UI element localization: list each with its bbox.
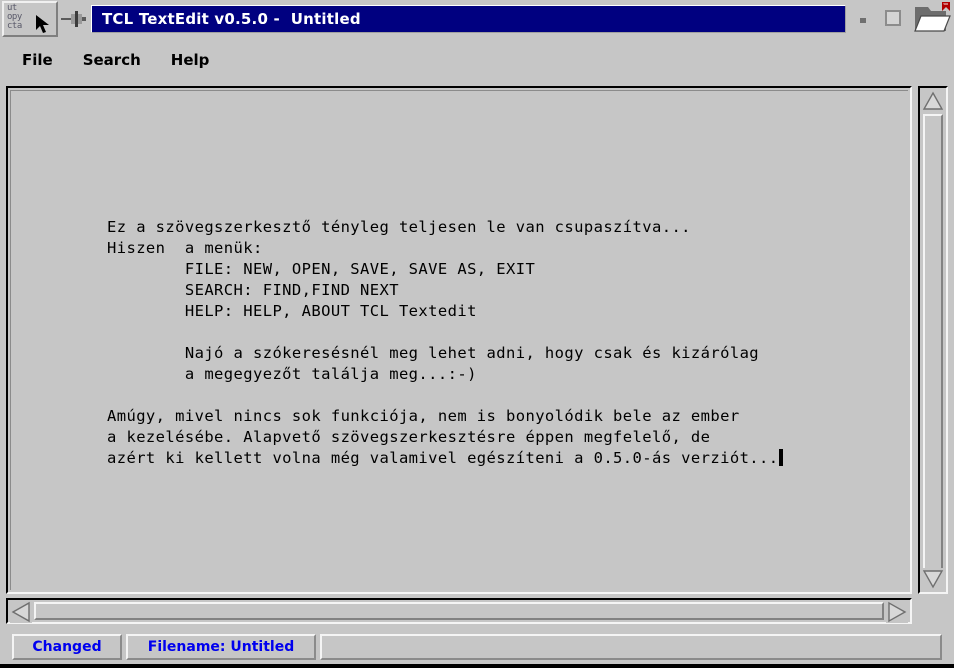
scroll-left-arrow-icon[interactable] — [10, 601, 32, 623]
window-menu-button[interactable]: ut opy cta — [2, 1, 58, 37]
application-window: ut opy cta TCL TextEdit v0.5.0 - Untitle… — [0, 0, 954, 668]
editor-line: Najó a szókeresésnél meg lehet adni, hog… — [107, 344, 760, 362]
text-caret — [778, 449, 783, 466]
text-editor-inner[interactable]: Ez a szövegszerkesztő tényleg teljesen l… — [10, 90, 908, 590]
status-filename: Filename: Untitled — [126, 634, 316, 660]
status-badge-changed: Changed — [12, 634, 122, 660]
editor-line: SEARCH: FIND,FIND NEXT — [107, 281, 399, 299]
vertical-scrollbar[interactable] — [918, 86, 948, 594]
menu-item-search[interactable]: Search — [75, 48, 149, 72]
editor-line: a megegyezőt találja meg...:-) — [107, 365, 477, 383]
status-bar: Changed Filename: Untitled — [0, 630, 954, 664]
pin-icon[interactable] — [61, 8, 87, 30]
horizontal-scrollbar-thumb[interactable] — [34, 602, 884, 620]
scroll-right-arrow-icon[interactable] — [886, 601, 908, 623]
text-editor-area[interactable]: Ez a szövegszerkesztő tényleg teljesen l… — [6, 86, 912, 594]
window-title: TCL TextEdit v0.5.0 - Untitled — [102, 10, 361, 28]
horizontal-scrollbar[interactable] — [6, 598, 912, 624]
editor-line: a kezelésébe. Alapvető szövegszerkesztés… — [107, 428, 711, 446]
window-controls — [852, 1, 951, 37]
minimize-icon[interactable] — [852, 7, 874, 31]
window-menu-icon: ut opy cta — [7, 3, 22, 31]
editor-line: Hiszen a menük: — [107, 239, 263, 257]
title-bar-row: ut opy cta TCL TextEdit v0.5.0 - Untitle… — [0, 0, 954, 38]
editor-line: Amúgy, mivel nincs sok funkciója, nem is… — [107, 407, 740, 425]
vertical-scrollbar-thumb[interactable] — [923, 114, 943, 584]
editor-text[interactable]: Ez a szövegszerkesztő tényleg teljesen l… — [107, 217, 783, 469]
editor-line: HELP: HELP, ABOUT TCL Textedit — [107, 302, 477, 320]
menu-item-help[interactable]: Help — [163, 48, 218, 72]
bottom-strip — [0, 664, 954, 668]
editor-line: azért ki kellett volna még valamivel egé… — [107, 448, 783, 469]
editor-frame: Ez a szövegszerkesztő tényleg teljesen l… — [6, 86, 948, 624]
title-bar[interactable]: TCL TextEdit v0.5.0 - Untitled — [91, 5, 846, 33]
maximize-icon[interactable] — [882, 7, 906, 31]
status-extra — [320, 634, 942, 660]
menu-item-file[interactable]: File — [14, 48, 61, 72]
scroll-up-arrow-icon[interactable] — [922, 90, 944, 112]
scroll-down-arrow-icon[interactable] — [922, 568, 944, 590]
open-folder-icon[interactable] — [913, 1, 951, 37]
menu-bar: File Search Help — [0, 38, 954, 81]
editor-line: Ez a szövegszerkesztő tényleg teljesen l… — [107, 218, 691, 236]
editor-line: FILE: NEW, OPEN, SAVE, SAVE AS, EXIT — [107, 260, 536, 278]
